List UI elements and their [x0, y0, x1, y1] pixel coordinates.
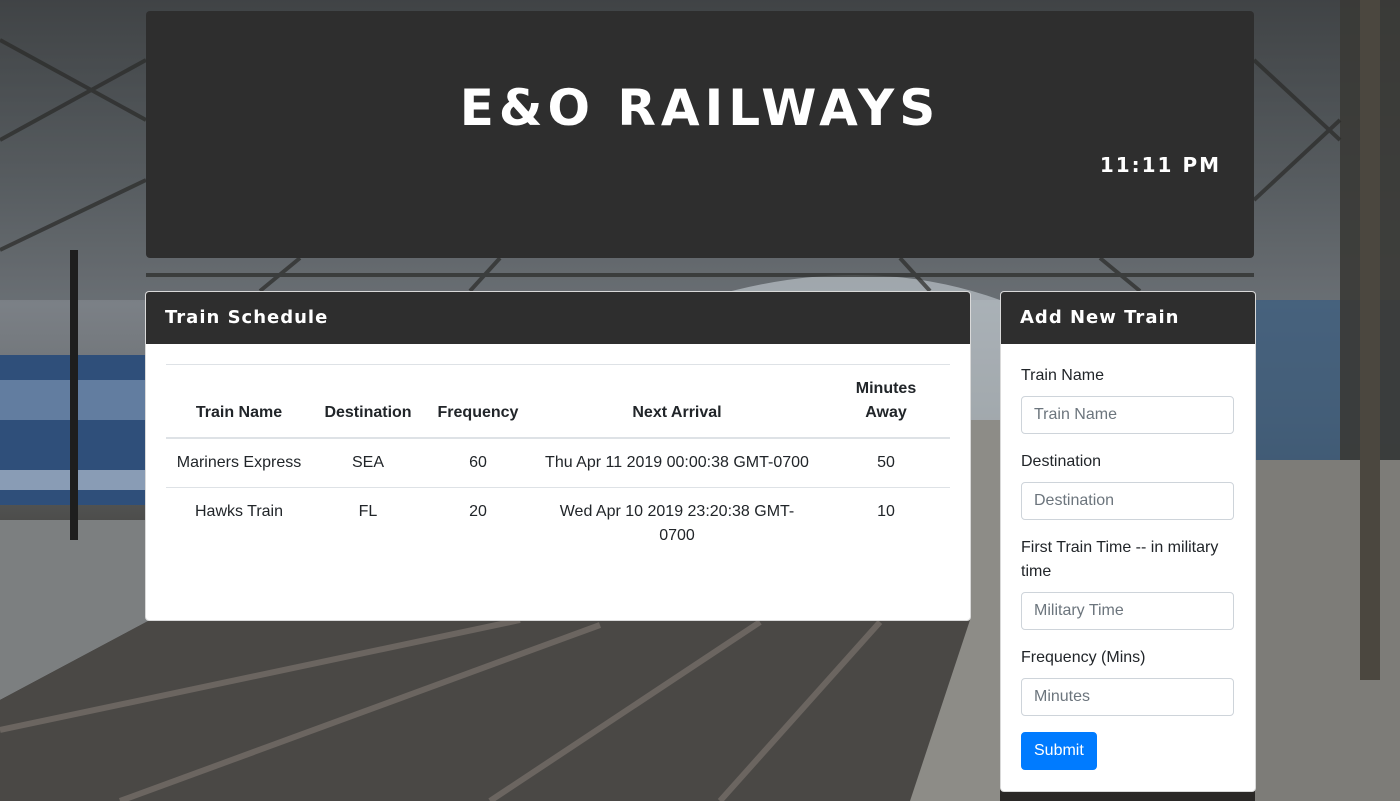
first-train-time-input[interactable] [1021, 592, 1234, 630]
column-header-destination: Destination [312, 364, 424, 439]
cell-minutes-away: 10 [877, 503, 895, 520]
column-header-train-name: Train Name [166, 364, 312, 439]
train-name-input[interactable] [1021, 396, 1234, 434]
site-title: E&O RAILWAYS [459, 79, 941, 137]
cell-next-arrival: Thu Apr 11 2019 00:00:38 GMT-0700 [532, 438, 822, 488]
cell-destination: FL [358, 503, 378, 520]
cell-train-name: Hawks Train [194, 503, 284, 520]
form-group-destination: Destination [1021, 450, 1235, 520]
add-train-form: Train Name Destination First Train Time … [1001, 344, 1255, 770]
table-header-row: Train Name Destination Frequency Next Ar… [166, 364, 950, 439]
train-schedule-title: Train Schedule [146, 292, 970, 344]
site-header: E&O RAILWAYS 11:11 PM [146, 11, 1254, 258]
form-group-first-train-time: First Train Time -- in military time [1021, 536, 1235, 630]
add-new-train-title: Add New Train [1001, 292, 1255, 344]
destination-label: Destination [1021, 453, 1102, 470]
train-schedule-body: Train Name Destination Frequency Next Ar… [146, 344, 970, 560]
cell-frequency: 20 [469, 503, 487, 520]
first-train-time-label: First Train Time -- in military time [1021, 539, 1219, 580]
current-time: 11:11 PM [1099, 153, 1221, 177]
column-header-minutes-away: Minutes Away [822, 364, 950, 439]
frequency-input[interactable] [1021, 678, 1234, 716]
destination-input[interactable] [1021, 482, 1234, 520]
train-name-label: Train Name [1021, 367, 1104, 384]
frequency-label: Frequency (Mins) [1021, 649, 1146, 666]
form-group-frequency: Frequency (Mins) [1021, 646, 1235, 716]
table-row: Mariners Express SEA 60 Thu Apr 11 2019 … [166, 438, 950, 488]
submit-button[interactable]: Submit [1021, 732, 1097, 770]
column-header-next-arrival: Next Arrival [532, 364, 822, 439]
form-group-train-name: Train Name [1021, 364, 1235, 434]
cell-frequency: 60 [424, 438, 532, 488]
cell-destination: SEA [312, 438, 424, 488]
table-row: Hawks Train FL 20 Wed Apr 10 2019 23:20:… [166, 488, 950, 561]
cell-next-arrival: Wed Apr 10 2019 23:20:38 GMT-0700 [559, 503, 795, 544]
cell-minutes-away: 50 [822, 438, 950, 488]
train-schedule-card: Train Schedule Train Name Destination Fr… [145, 291, 971, 621]
cell-train-name: Mariners Express [166, 438, 312, 488]
add-new-train-card: Add New Train Train Name Destination Fir… [1000, 291, 1256, 792]
column-header-frequency: Frequency [424, 364, 532, 439]
train-schedule-table: Train Name Destination Frequency Next Ar… [166, 364, 950, 560]
